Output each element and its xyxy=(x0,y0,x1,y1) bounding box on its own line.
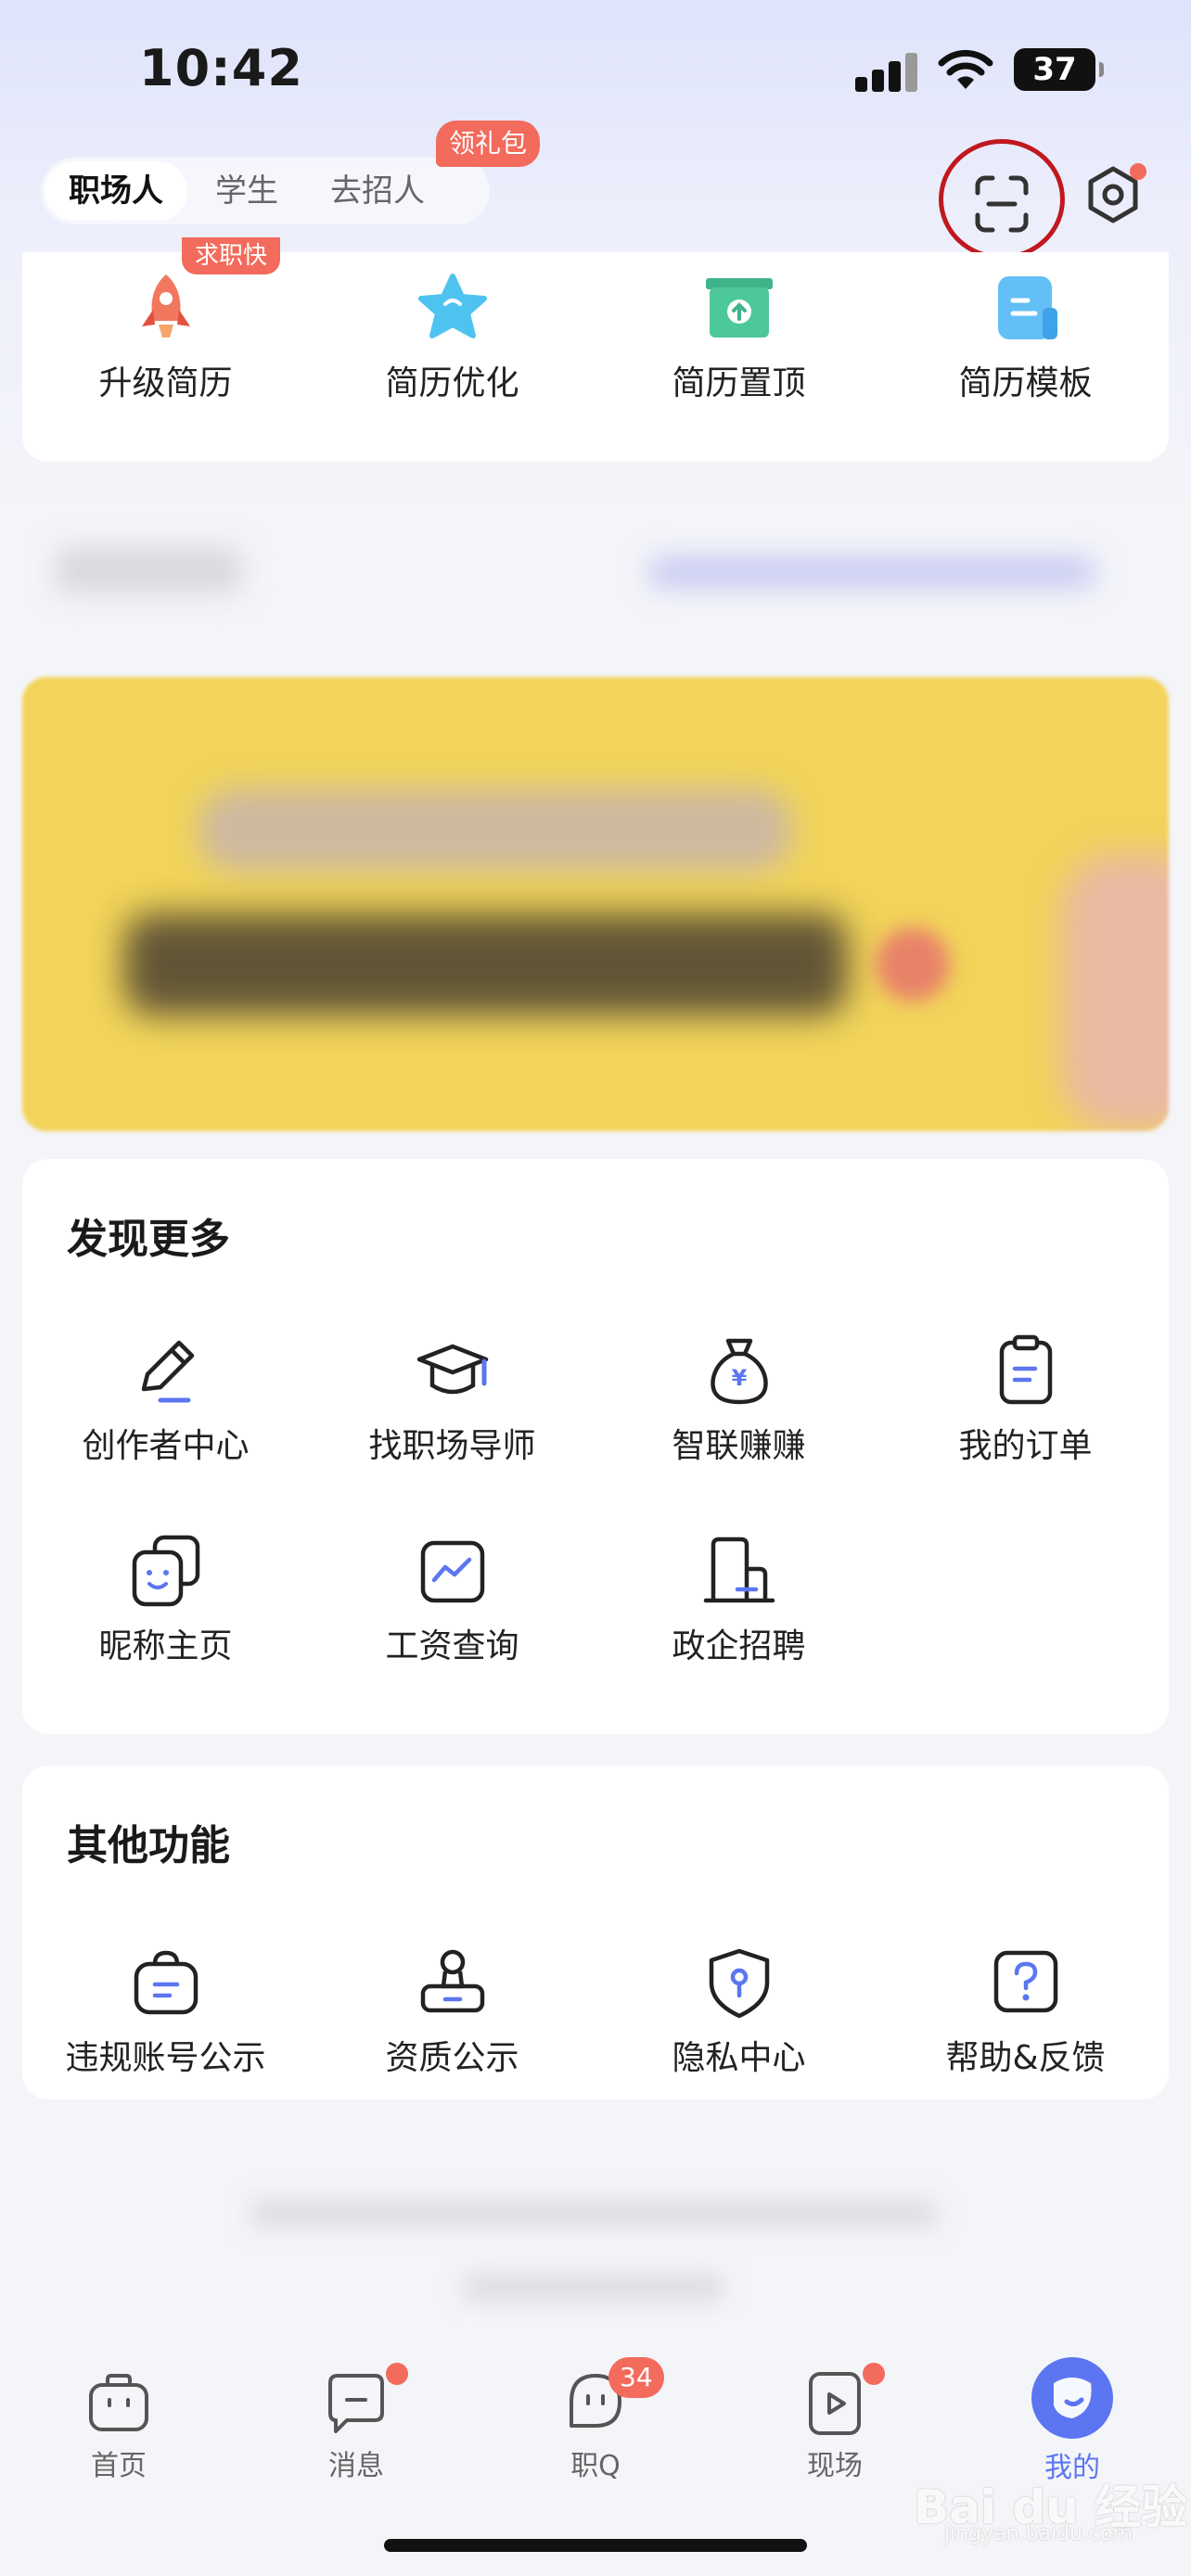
blurred-footer-text xyxy=(464,2274,724,2302)
highlight-circle xyxy=(939,139,1065,260)
qualification-item[interactable]: 资质公示 xyxy=(309,1944,596,2079)
resume-template-label: 简历模板 xyxy=(958,364,1093,402)
svg-text:¥: ¥ xyxy=(731,1365,747,1391)
pin-resume-item[interactable]: 简历置顶 xyxy=(596,260,882,404)
blurred-section-link xyxy=(649,556,1095,588)
qualification-label: 资质公示 xyxy=(385,2039,519,2077)
briefcase-icon xyxy=(89,2374,148,2431)
tab-recruit[interactable]: 去招人 xyxy=(306,161,449,221)
pencil-icon xyxy=(141,1340,194,1403)
resume-template-item[interactable]: 简历模板 xyxy=(882,260,1169,404)
rocket-icon xyxy=(141,274,190,338)
clipboard-icon xyxy=(999,1334,1052,1405)
mentor-label: 找职场导师 xyxy=(368,1427,536,1465)
chat-icon xyxy=(328,2374,384,2433)
orders-label: 我的订单 xyxy=(958,1427,1093,1465)
tab-live-label: 现场 xyxy=(807,2450,863,2482)
watermark-url: jingyan.baidu.com xyxy=(944,2522,1133,2545)
tab-messages[interactable]: 消息 xyxy=(282,2368,430,2483)
question-icon xyxy=(993,1950,1057,2013)
nickname-home-label: 昵称主页 xyxy=(98,1627,233,1665)
gov-recruit-item[interactable]: 政企招聘 xyxy=(596,1532,882,1667)
violation-accounts-item[interactable]: 违规账号公示 xyxy=(22,1944,309,2079)
gov-recruit-label: 政企招聘 xyxy=(672,1627,806,1665)
home-indicator xyxy=(384,2539,807,2552)
discover-title: 发现更多 xyxy=(67,1216,230,1263)
resume-tools-card: 升级简历 简历优化 简历置顶 简历模板 xyxy=(22,252,1169,462)
job-fast-badge: 求职快 xyxy=(182,237,281,274)
top-box-icon xyxy=(705,278,773,338)
zhiq-count-badge: 34 xyxy=(608,2357,664,2398)
salary-query-label: 工资查询 xyxy=(385,1627,519,1665)
tab-mine[interactable]: 我的 xyxy=(998,2355,1146,2485)
live-notification-dot xyxy=(863,2363,885,2385)
tab-live[interactable]: 现场 xyxy=(761,2368,909,2483)
role-switcher: 职场人 学生 去招人 xyxy=(41,158,490,224)
tab-professional[interactable]: 职场人 xyxy=(45,161,187,221)
money-bag-icon: ¥ xyxy=(710,1338,768,1405)
wifi-icon xyxy=(938,49,993,89)
tab-zhiq-label: 职Q xyxy=(570,2450,621,2482)
signal-icon xyxy=(855,51,920,92)
discover-section: 发现更多 创作者中心 找职场导师 ¥ 智联赚赚 我的订单 昵称主页 工资查询 政… xyxy=(22,1159,1169,1734)
building-icon xyxy=(703,1537,775,1603)
tab-student[interactable]: 学生 xyxy=(191,161,302,221)
privacy-center-label: 隐私中心 xyxy=(672,2039,806,2077)
blurred-section-title xyxy=(56,547,241,593)
face-card-icon xyxy=(132,1535,199,1607)
violation-accounts-label: 违规账号公示 xyxy=(65,2039,266,2077)
settings-notification-dot xyxy=(1130,163,1146,180)
pin-resume-label: 简历置顶 xyxy=(672,364,806,402)
gift-badge[interactable]: 领礼包 xyxy=(436,121,541,167)
video-icon xyxy=(809,2372,861,2435)
profile-icon xyxy=(1031,2357,1113,2439)
promo-banner[interactable] xyxy=(22,677,1169,1131)
help-feedback-label: 帮助&反馈 xyxy=(945,2039,1106,2077)
nickname-home-item[interactable]: 昵称主页 xyxy=(22,1532,309,1667)
star-icon xyxy=(417,274,487,338)
blurred-footer-links xyxy=(250,2200,937,2227)
help-feedback-item[interactable]: 帮助&反馈 xyxy=(882,1944,1169,2079)
bag-icon xyxy=(134,1950,198,2015)
orders-item[interactable]: 我的订单 xyxy=(882,1332,1169,1467)
status-time: 10:42 xyxy=(139,39,303,97)
creator-center-item[interactable]: 创作者中心 xyxy=(22,1332,309,1467)
trend-chart-icon xyxy=(420,1540,484,1603)
tab-home-label: 首页 xyxy=(91,2450,147,2482)
earn-item[interactable]: ¥ 智联赚赚 xyxy=(596,1332,882,1467)
graduation-cap-icon xyxy=(416,1344,488,1395)
privacy-center-item[interactable]: 隐私中心 xyxy=(596,1944,882,2079)
mentor-item[interactable]: 找职场导师 xyxy=(309,1332,596,1467)
battery-icon: 37 xyxy=(1014,48,1104,91)
other-functions-section: 其他功能 违规账号公示 资质公示 隐私中心 帮助&反馈 xyxy=(22,1766,1169,2099)
tab-messages-label: 消息 xyxy=(328,2450,384,2482)
salary-query-item[interactable]: 工资查询 xyxy=(309,1532,596,1667)
creator-center-label: 创作者中心 xyxy=(82,1427,250,1465)
messages-notification-dot xyxy=(386,2363,408,2385)
template-icon xyxy=(997,276,1057,339)
other-functions-title: 其他功能 xyxy=(67,1822,230,1869)
earn-label: 智联赚赚 xyxy=(672,1427,806,1465)
upgrade-resume-label: 升级简历 xyxy=(98,364,233,402)
optimize-resume-label: 简历优化 xyxy=(385,364,519,402)
tab-home[interactable]: 首页 xyxy=(45,2368,193,2483)
status-bar: 10:42 37 xyxy=(0,0,1191,130)
upgrade-resume-item[interactable]: 升级简历 xyxy=(22,260,309,404)
stamp-icon xyxy=(420,1949,484,2013)
shield-icon xyxy=(709,1948,769,2019)
optimize-resume-item[interactable]: 简历优化 xyxy=(309,260,596,404)
